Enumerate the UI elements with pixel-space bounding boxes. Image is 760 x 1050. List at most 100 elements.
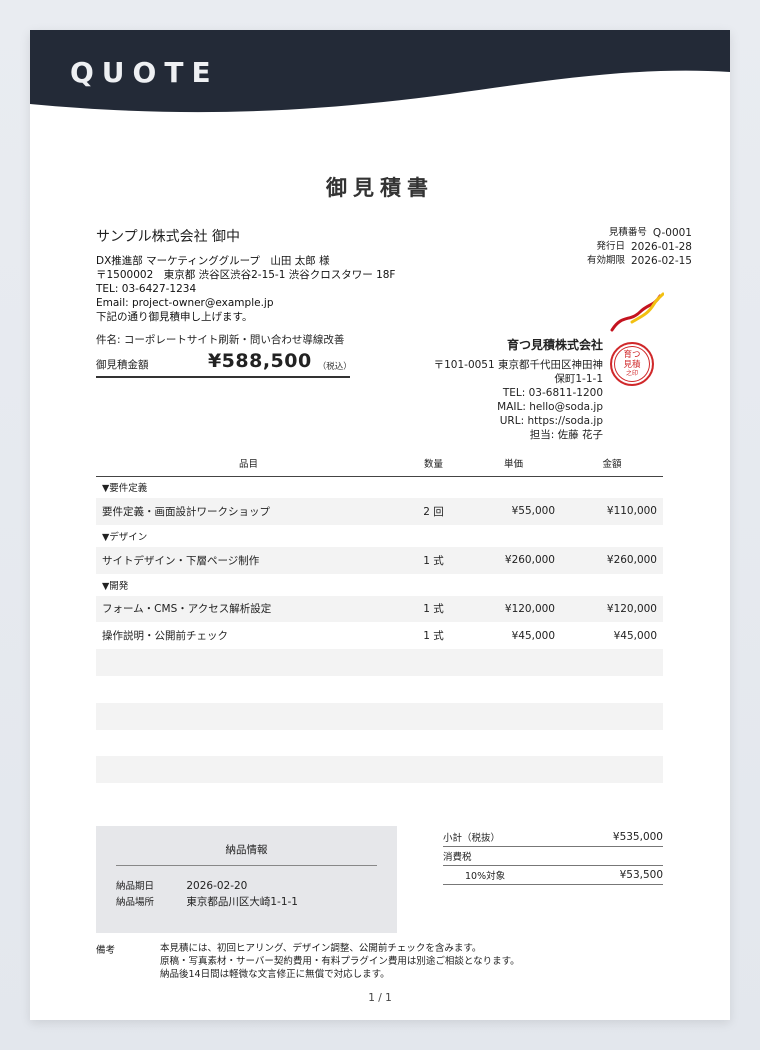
delivery-date-label: 納品期日 bbox=[116, 881, 155, 892]
row-unit-price: ¥45,000 bbox=[511, 629, 555, 642]
issuer-url: URL: https://soda.jp bbox=[499, 415, 603, 427]
row-qty: 1 式 bbox=[401, 546, 466, 574]
meta-number-value: Q-0001 bbox=[652, 227, 692, 239]
category-row: ▼要件定義 bbox=[96, 476, 663, 498]
table-header-row: 品目 数量 単価 金額 bbox=[96, 450, 663, 477]
delivery-date-value: 2026-02-20 bbox=[186, 880, 248, 892]
delivery-date-row: 納品期日 2026-02-20 bbox=[116, 878, 247, 892]
empty-row bbox=[96, 676, 663, 703]
issuer-staff: 担当: 佐藤 花子 bbox=[529, 429, 603, 441]
banner-wave-shape bbox=[30, 30, 730, 113]
table-row: 要件定義・画面設計ワークショップ 2 回 ¥55,000 ¥110,000 bbox=[96, 498, 663, 525]
row-unit-price: ¥55,000 bbox=[466, 498, 561, 525]
delivery-place-value: 東京都品川区大崎1-1-1 bbox=[186, 896, 298, 908]
meta-issued-label: 発行日 bbox=[596, 241, 625, 252]
empty-row bbox=[96, 649, 663, 676]
meta-valid-label: 有効期限 bbox=[586, 255, 625, 266]
delivery-place-label: 納品場所 bbox=[116, 897, 155, 908]
delivery-title: 納品情報 bbox=[116, 842, 377, 866]
tax-rate-amount: ¥53,500 bbox=[619, 869, 663, 881]
document-title: 御見積書 bbox=[326, 176, 434, 200]
total-value: ¥588,500 bbox=[207, 350, 312, 372]
table-row: サイトデザイン・下層ページ制作 1 式 ¥260,000 ¥260,000 bbox=[96, 546, 663, 574]
notes-text: 本見積には、初回ヒアリング、デザイン調整、公開前チェックを含みます。 原稿・写真… bbox=[160, 942, 520, 981]
issuer-address-1: 〒101-0051 東京都千代田区神田神 bbox=[433, 359, 603, 371]
table-row: フォーム・CMS・アクセス解析設定 1 式 ¥120,000 ¥120,000 bbox=[96, 595, 663, 623]
meta-valid-row: 有効期限 2026-02-15 bbox=[587, 254, 692, 268]
row-item: サイトデザイン・下層ページ制作 bbox=[96, 546, 401, 574]
quote-page: QUOTE 御見積書 サンプル株式会社 御中 DX推進部 マーケティンググループ… bbox=[30, 30, 730, 1020]
quote-subject: 件名: コーポレートサイト刷新・問い合わせ導線改善 bbox=[96, 334, 345, 346]
header-amount: 金額 bbox=[561, 450, 663, 477]
tax-label: 消費税 bbox=[443, 852, 472, 863]
client-name: サンプル株式会社 御中 bbox=[96, 229, 241, 245]
row-qty: 1 式 bbox=[423, 630, 444, 643]
amount-summary: 小計（税抜） ¥535,000 消費税 10%対象 ¥53,500 bbox=[443, 828, 663, 885]
empty-row bbox=[96, 756, 663, 784]
quote-meta: 見積番号 Q-0001 発行日 2026-01-28 有効期限 2026-02-… bbox=[587, 226, 692, 268]
row-item: 操作説明・公開前チェック bbox=[102, 630, 228, 643]
row-unit-price: ¥120,000 bbox=[466, 595, 561, 623]
company-logo-icon bbox=[610, 292, 664, 332]
category-row: ▼デザイン bbox=[96, 525, 663, 547]
row-amount: ¥110,000 bbox=[561, 498, 663, 525]
notes-line-1: 本見積には、初回ヒアリング、デザイン調整、公開前チェックを含みます。 bbox=[160, 943, 482, 954]
empty-row bbox=[96, 730, 663, 757]
row-unit-price: ¥260,000 bbox=[466, 546, 561, 574]
meta-number-row: 見積番号 Q-0001 bbox=[587, 226, 692, 240]
header-qty: 数量 bbox=[401, 450, 466, 477]
row-item: フォーム・CMS・アクセス解析設定 bbox=[96, 595, 401, 623]
greeting-text: 下記の通り御見積申し上げます。 bbox=[96, 311, 253, 323]
row-item: 要件定義・画面設計ワークショップ bbox=[96, 498, 401, 525]
seal-line-1: 育つ bbox=[623, 350, 641, 360]
issuer-tel: TEL: 03-6811-1200 bbox=[502, 387, 603, 399]
client-email: Email: project-owner@example.jp bbox=[96, 297, 274, 309]
header-item: 品目 bbox=[96, 450, 401, 477]
client-tel: TEL: 03-6427-1234 bbox=[96, 283, 197, 295]
row-amount: ¥45,000 bbox=[613, 629, 657, 642]
items-table: 品目 数量 単価 金額 ▼要件定義 要件定義・画面設計ワークショップ 2 回 ¥… bbox=[96, 450, 663, 784]
category-label: ▼開発 bbox=[102, 580, 129, 592]
issuer-block: 育つ見積株式会社 〒101-0051 東京都千代田区神田神 保町1-1-1 TE… bbox=[434, 338, 603, 442]
notes-line-3: 納品後14日間は軽微な文言修正に無償で対応します。 bbox=[160, 969, 390, 980]
table-row: 操作説明・公開前チェック 1 式 ¥45,000 ¥45,000 bbox=[96, 622, 663, 649]
notes-label: 備考 bbox=[96, 945, 116, 956]
total-label: 御見積金額 bbox=[96, 359, 149, 371]
seal-line-2: 見積 bbox=[623, 360, 641, 370]
meta-issued-value: 2026-01-28 bbox=[630, 241, 692, 253]
notes-section: 備考 本見積には、初回ヒアリング、デザイン調整、公開前チェックを含みます。 原稿… bbox=[96, 942, 520, 981]
delivery-info-box: 納品情報 納品期日 2026-02-20 納品場所 東京都品川区大崎1-1-1 bbox=[96, 826, 397, 933]
row-amount: ¥120,000 bbox=[561, 595, 663, 623]
delivery-place-row: 納品場所 東京都品川区大崎1-1-1 bbox=[116, 894, 298, 909]
tax-rate-row: 10%対象 ¥53,500 bbox=[443, 866, 663, 885]
category-label: ▼デザイン bbox=[102, 531, 148, 543]
category-label: ▼要件定義 bbox=[102, 483, 148, 495]
client-address: 〒1500002 東京都 渋谷区渋谷2-15-1 渋谷クロスタワー 18F bbox=[96, 269, 396, 281]
notes-line-2: 原稿・写真素材・サーバー契約費用・有料プラグイン費用は別途ご相談となります。 bbox=[160, 956, 520, 967]
page-number: 1 / 1 bbox=[368, 992, 392, 1004]
header-unit-price: 単価 bbox=[466, 450, 561, 477]
client-info: DX推進部 マーケティンググループ 山田 太郎 様 〒1500002 東京都 渋… bbox=[96, 254, 395, 324]
meta-valid-value: 2026-02-15 bbox=[630, 255, 692, 267]
subtotal-value: ¥535,000 bbox=[612, 831, 663, 843]
client-contact: DX推進部 マーケティンググループ 山田 太郎 様 bbox=[96, 255, 330, 267]
seal-line-3: 之印 bbox=[625, 370, 638, 377]
meta-issued-row: 発行日 2026-01-28 bbox=[587, 240, 692, 254]
row-qty: 1 式 bbox=[401, 595, 466, 623]
issuer-address-2: 保町1-1-1 bbox=[554, 373, 603, 385]
subtotal-label: 小計（税抜） bbox=[443, 833, 501, 844]
issuer-name: 育つ見積株式会社 bbox=[506, 338, 603, 352]
total-amount-box: 御見積金額 ¥588,500 （税込） bbox=[96, 350, 352, 378]
issuer-mail: MAIL: hello@soda.jp bbox=[497, 401, 603, 413]
meta-number-label: 見積番号 bbox=[608, 227, 647, 238]
empty-row bbox=[96, 702, 663, 730]
category-row: ▼開発 bbox=[96, 574, 663, 596]
total-tax-note: （税込） bbox=[317, 362, 352, 372]
subtotal-row: 小計（税抜） ¥535,000 bbox=[443, 828, 663, 847]
banner-label: QUOTE bbox=[70, 56, 219, 89]
row-amount: ¥260,000 bbox=[561, 546, 663, 574]
company-seal-stamp: 育つ 見積 之印 bbox=[610, 342, 654, 386]
tax-row: 消費税 bbox=[443, 847, 663, 866]
row-qty: 2 回 bbox=[401, 498, 466, 525]
tax-rate-label: 10%対象 bbox=[465, 871, 506, 882]
